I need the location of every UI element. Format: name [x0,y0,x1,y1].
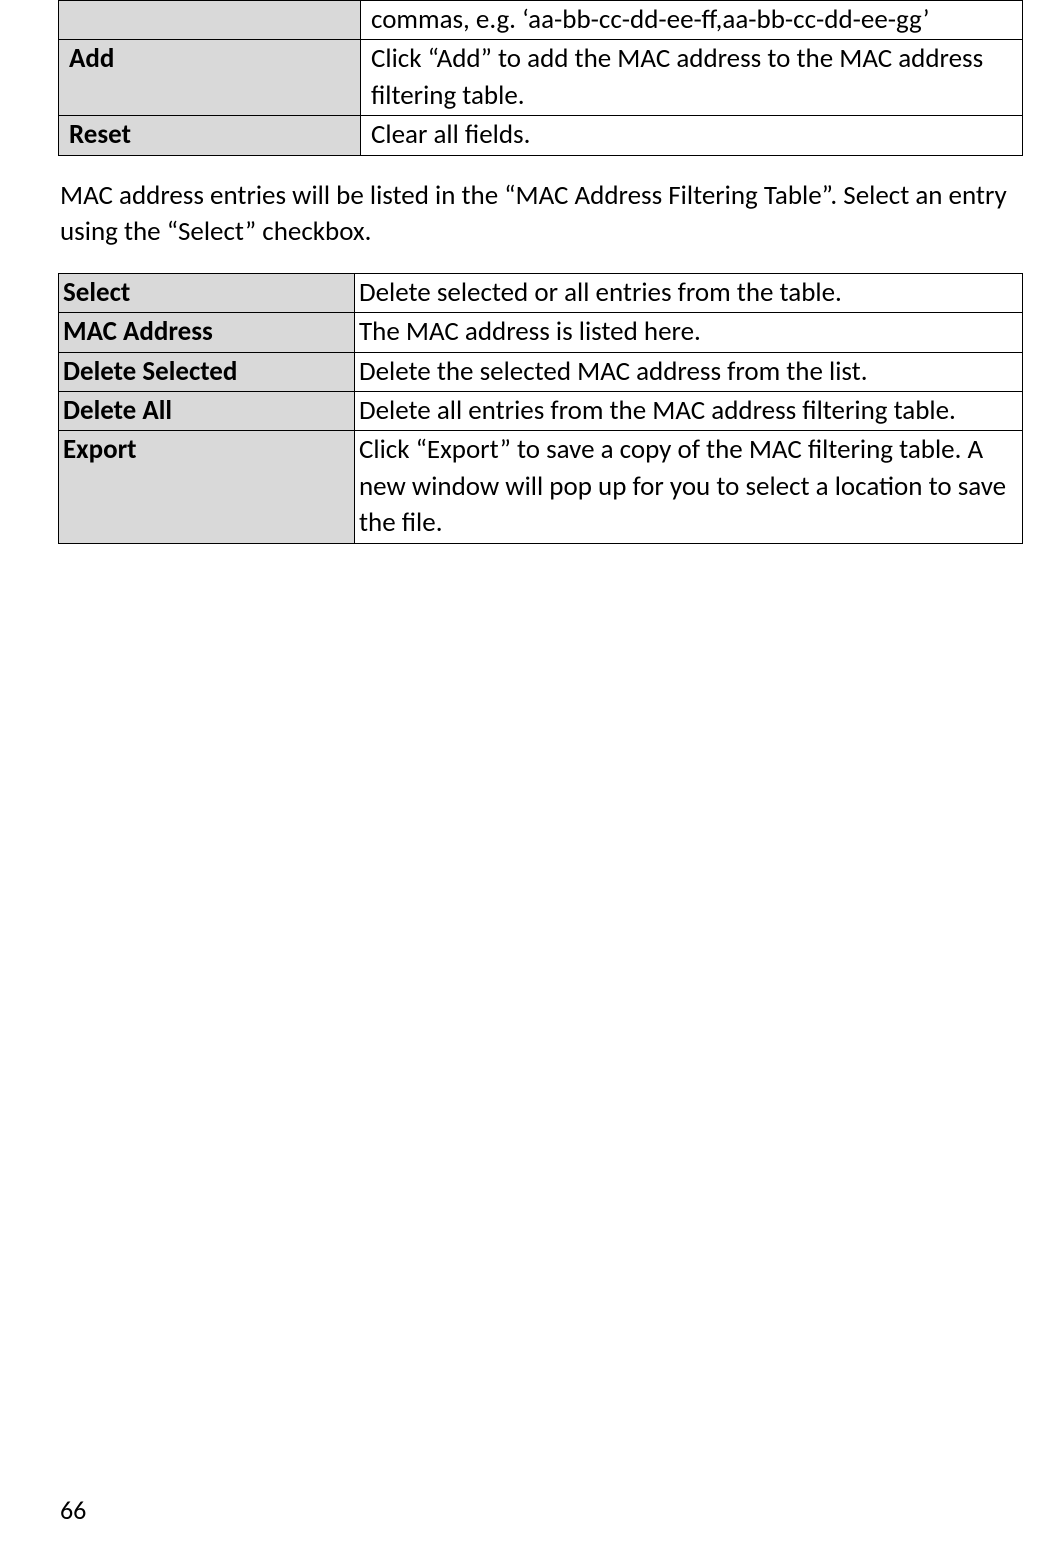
cell-label: MAC Address [59,313,355,352]
cell-desc: The MAC address is listed here. [355,313,1023,352]
cell-label: Export [59,431,355,543]
cell-desc: Click “Add” to add the MAC address to th… [361,40,1023,116]
table-row: Select Delete selected or all entries fr… [59,273,1023,312]
table-mac-filtering: Select Delete selected or all entries fr… [58,273,1023,544]
cell-label: Add [59,40,361,116]
table-row: Delete Selected Delete the selected MAC … [59,352,1023,391]
cell-desc: Delete all entries from the MAC address … [355,391,1023,430]
document-page: commas, e.g. ‘aa-bb-cc-dd-ee-ff,aa-bb-cc… [0,0,1054,1568]
page-number: 66 [60,1494,86,1528]
cell-label: Delete Selected [59,352,355,391]
table-row: MAC Address The MAC address is listed he… [59,313,1023,352]
table-row: commas, e.g. ‘aa-bb-cc-dd-ee-ff,aa-bb-cc… [59,1,1023,40]
cell-desc: Delete the selected MAC address from the… [355,352,1023,391]
table-row: Add Click “Add” to add the MAC address t… [59,40,1023,116]
page-content: commas, e.g. ‘aa-bb-cc-dd-ee-ff,aa-bb-cc… [0,0,1054,544]
cell-label: Reset [59,116,361,155]
cell-label: Select [59,273,355,312]
cell-desc: Click “Export” to save a copy of the MAC… [355,431,1023,543]
cell-desc: Delete selected or all entries from the … [355,273,1023,312]
table-mac-add: commas, e.g. ‘aa-bb-cc-dd-ee-ff,aa-bb-cc… [58,0,1023,156]
cell-label [59,1,361,40]
cell-label: Delete All [59,391,355,430]
table-row: Delete All Delete all entries from the M… [59,391,1023,430]
cell-desc: Clear all fields. [361,116,1023,155]
paragraph-mac-entries: MAC address entries will be listed in th… [60,178,1054,251]
cell-desc: commas, e.g. ‘aa-bb-cc-dd-ee-ff,aa-bb-cc… [361,1,1023,40]
table-row: Export Click “Export” to save a copy of … [59,431,1023,543]
table-row: Reset Clear all fields. [59,116,1023,155]
